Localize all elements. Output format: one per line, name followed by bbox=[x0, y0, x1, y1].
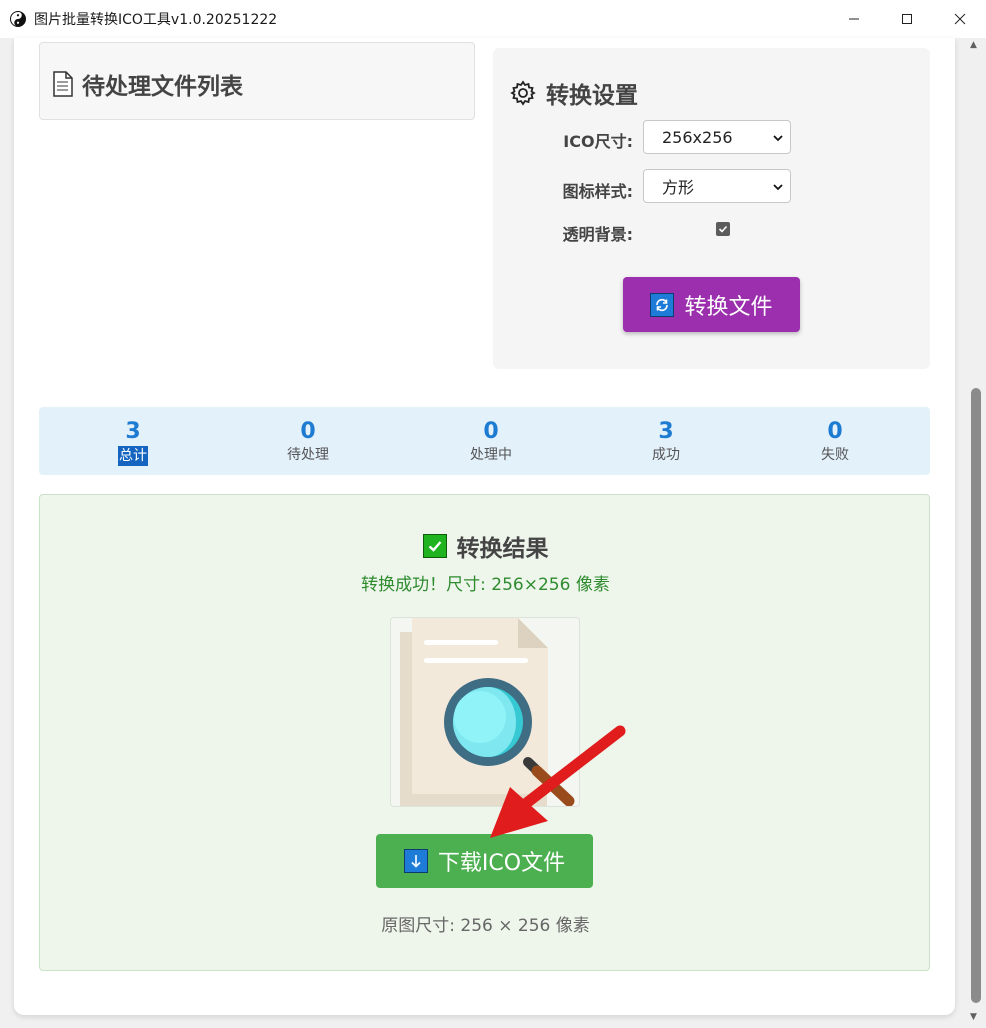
document-icon bbox=[53, 71, 73, 97]
result-title: 转换结果 bbox=[456, 536, 549, 562]
result-panel: 转换结果 转换成功！尺寸: 256×256 像素 下载ICO文件 原图尺寸: 2… bbox=[39, 494, 930, 971]
stat-processing-label: 处理中 bbox=[470, 447, 512, 463]
refresh-icon bbox=[650, 292, 675, 317]
maximize-button[interactable] bbox=[880, 0, 933, 38]
settings-panel: 转换设置 ICO尺寸: 256x256 图标样式: 方形 透明背景: 转换文件 bbox=[493, 48, 930, 369]
settings-title: 转换设置 bbox=[546, 83, 638, 109]
file-list-panel: 待处理文件列表 bbox=[39, 42, 475, 120]
ico-size-select[interactable]: 256x256 bbox=[643, 120, 791, 154]
check-icon bbox=[422, 534, 447, 558]
ico-size-value: 256x256 bbox=[662, 127, 733, 147]
original-size-text: 原图尺寸: 256 × 256 像素 bbox=[381, 916, 590, 936]
icon-style-value: 方形 bbox=[662, 178, 695, 197]
stat-pending-label: 待处理 bbox=[287, 447, 329, 463]
vertical-scrollbar[interactable]: ▲ ▼ bbox=[966, 38, 986, 1028]
stat-failed-value: 0 bbox=[827, 419, 843, 444]
minimize-icon bbox=[848, 18, 859, 20]
icon-preview bbox=[390, 617, 580, 807]
file-list-title: 待处理文件列表 bbox=[82, 74, 243, 100]
window-title: 图片批量转换ICO工具v1.0.20251222 bbox=[34, 12, 278, 28]
stat-total: 3 总计 bbox=[73, 419, 193, 466]
stat-pending-value: 0 bbox=[300, 419, 316, 444]
yin-yang-icon bbox=[10, 11, 26, 27]
document-search-icon bbox=[400, 618, 575, 806]
gear-icon bbox=[510, 80, 536, 106]
stat-success-label: 成功 bbox=[652, 447, 680, 463]
close-icon bbox=[954, 13, 965, 25]
stat-failed-label: 失败 bbox=[821, 447, 849, 463]
icon-style-select[interactable]: 方形 bbox=[643, 169, 791, 203]
stat-success-value: 3 bbox=[658, 419, 674, 444]
icon-style-label: 图标样式: bbox=[562, 182, 633, 201]
minimize-button[interactable] bbox=[827, 0, 880, 38]
download-button-label: 下载ICO文件 bbox=[437, 851, 566, 876]
stat-success: 3 成功 bbox=[606, 419, 726, 465]
convert-button[interactable]: 转换文件 bbox=[623, 277, 800, 332]
stat-processing-value: 0 bbox=[483, 419, 499, 444]
chevron-down-icon bbox=[773, 184, 783, 191]
download-arrow-icon bbox=[403, 849, 428, 873]
title-bar: 图片批量转换ICO工具v1.0.20251222 bbox=[0, 0, 986, 38]
chevron-down-icon bbox=[773, 135, 783, 142]
maximize-icon bbox=[901, 14, 912, 24]
stat-total-value: 3 bbox=[125, 419, 141, 444]
stats-bar: 3 总计 0 待处理 0 处理中 3 成功 0 失败 bbox=[39, 407, 930, 475]
transparent-bg-checkbox[interactable] bbox=[716, 222, 730, 236]
scroll-up-icon[interactable]: ▲ bbox=[970, 40, 977, 50]
scroll-down-icon[interactable]: ▼ bbox=[970, 1012, 977, 1022]
close-button[interactable] bbox=[933, 0, 986, 38]
stat-total-label: 总计 bbox=[118, 446, 148, 466]
result-message: 转换成功！尺寸: 256×256 像素 bbox=[361, 575, 610, 595]
scroll-thumb[interactable] bbox=[971, 388, 981, 1003]
download-ico-button[interactable]: 下载ICO文件 bbox=[376, 834, 593, 888]
stat-processing: 0 处理中 bbox=[431, 419, 551, 465]
transparent-bg-label: 透明背景: bbox=[562, 225, 633, 244]
ico-size-label: ICO尺寸: bbox=[563, 132, 633, 151]
convert-button-label: 转换文件 bbox=[684, 294, 773, 320]
stat-pending: 0 待处理 bbox=[248, 419, 368, 465]
checkmark-icon bbox=[718, 225, 728, 233]
stat-failed: 0 失败 bbox=[775, 419, 895, 465]
